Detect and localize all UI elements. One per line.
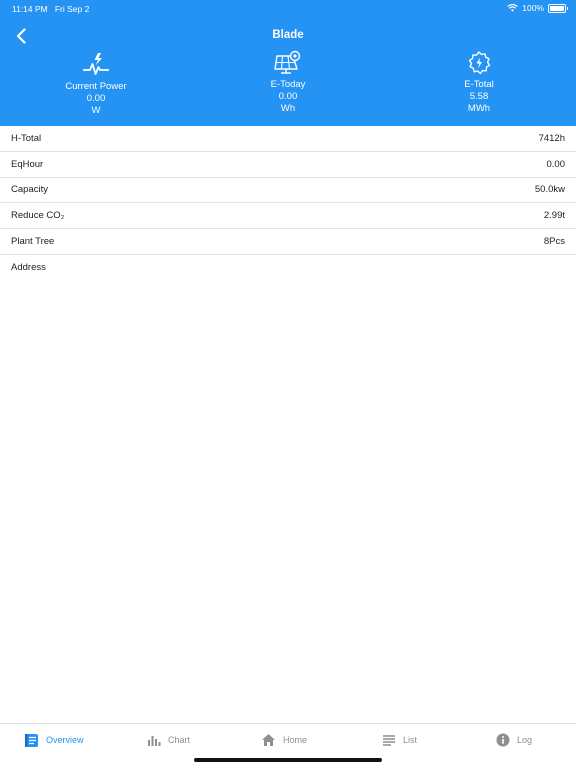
row-value: 50.0kw: [534, 184, 565, 196]
status-time: 11:14 PM Fri Sep 2: [12, 4, 90, 14]
stat-value: 0.00: [278, 91, 298, 102]
document-icon: [25, 733, 38, 747]
stat-e-today: E-Today 0.00 Wh: [228, 50, 348, 115]
tab-label: List: [403, 735, 418, 745]
row-label: Capacity: [11, 184, 48, 196]
tab-label: Log: [517, 735, 533, 745]
stat-label: E-Total: [464, 79, 494, 90]
stat-value: 0.00: [86, 93, 106, 104]
row-address: Address: [0, 255, 576, 281]
header: 11:14 PM Fri Sep 2 100% Blade Current Po…: [0, 0, 576, 126]
row-h-total: H-Total 7412h: [0, 126, 576, 152]
stat-label: E-Today: [270, 79, 306, 90]
list-icon: [383, 734, 395, 746]
row-value: 0.00: [546, 158, 566, 170]
stat-e-total: E-Total 5.58 MWh: [419, 50, 539, 115]
stat-unit: MWh: [467, 103, 491, 114]
row-eq-hour: EqHour 0.00: [0, 152, 576, 178]
power-wave-icon: [83, 53, 109, 75]
tab-overview[interactable]: Overview: [24, 732, 84, 748]
detail-list: H-Total 7412h EqHour 0.00 Capacity 50.0k…: [0, 126, 576, 281]
row-label: Plant Tree: [11, 236, 55, 248]
row-value: 7412h: [538, 132, 565, 144]
tab-list[interactable]: List: [382, 732, 417, 748]
stat-unit: W: [91, 105, 101, 116]
row-reduce-co2: Reduce CO₂ 2.99t: [0, 203, 576, 230]
status-right: 100%: [507, 3, 568, 13]
row-label: EqHour: [11, 158, 44, 170]
stat-unit: Wh: [280, 103, 296, 114]
battery-percent: 100%: [522, 3, 544, 13]
tab-home[interactable]: Home: [261, 732, 307, 748]
stat-label: Current Power: [65, 81, 127, 92]
tab-log[interactable]: Log: [496, 732, 532, 748]
home-indicator: [194, 758, 382, 762]
gear-bolt-icon: [468, 51, 491, 75]
home-icon: [262, 734, 275, 746]
wifi-icon: [507, 4, 519, 12]
tab-chart[interactable]: Chart: [147, 732, 190, 748]
tab-label: Home: [283, 735, 308, 745]
row-value: 8Pcs: [543, 236, 565, 248]
status-bar: 11:14 PM Fri Sep 2 100%: [0, 0, 576, 16]
row-value: 2.99t: [543, 210, 565, 222]
bar-chart-icon: [148, 736, 161, 746]
row-label: H-Total: [11, 132, 42, 144]
tab-label: Overview: [46, 735, 84, 745]
stat-value: 5.58: [469, 91, 489, 102]
row-label: Address: [11, 262, 46, 274]
page-title: Blade: [272, 29, 304, 41]
row-plant-tree: Plant Tree 8Pcs: [0, 229, 576, 255]
solar-panel-icon: [274, 50, 301, 74]
row-label: Reduce CO₂: [11, 210, 65, 222]
battery-icon: [548, 3, 568, 13]
row-capacity: Capacity 50.0kw: [0, 178, 576, 204]
stat-current-power: Current Power 0.00 W: [36, 50, 156, 117]
tab-label: Chart: [168, 735, 191, 745]
info-icon: [496, 733, 510, 747]
